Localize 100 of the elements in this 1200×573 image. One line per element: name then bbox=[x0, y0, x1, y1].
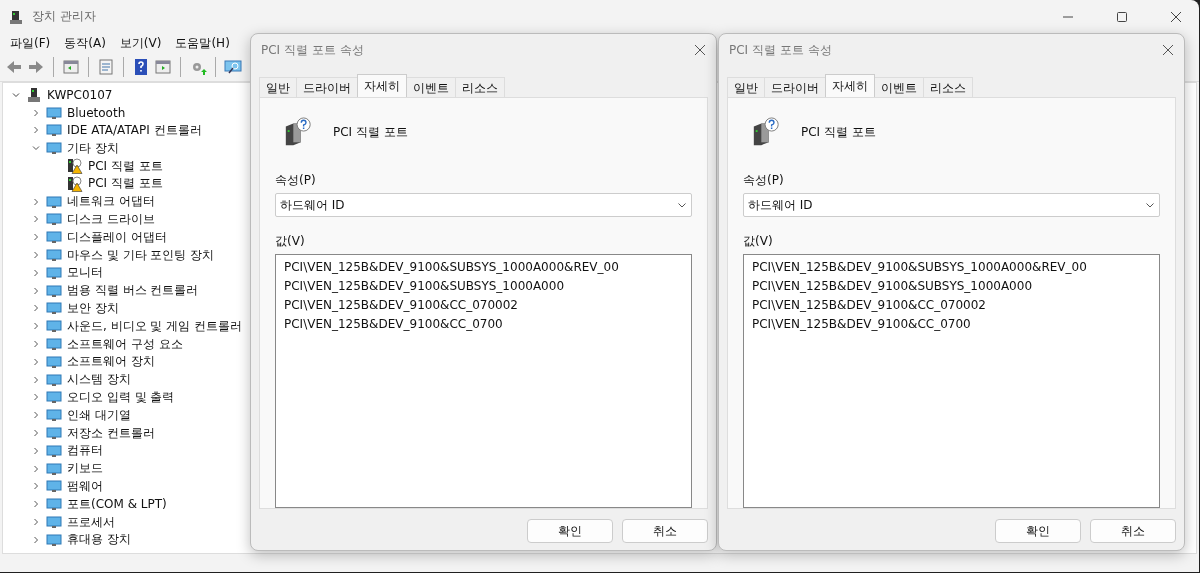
device-icon bbox=[46, 104, 62, 121]
tab[interactable]: 리소스 bbox=[923, 77, 973, 97]
tree-item[interactable]: 기타 장치 bbox=[67, 139, 119, 157]
value-list[interactable]: PCI\VEN_125B&DEV_9100&SUBSYS_1000A000&REV_00 PCI\VEN_125B&DEV_9100&SUBSYS_1000A000 PCI\VEN_125B&DEV_9100&CC_070002 PCI\VEN_125B&DEV_9100&CC_0700 bbox=[275, 254, 692, 508]
tab[interactable]: 이벤트 bbox=[874, 77, 924, 97]
tree-item[interactable]: 마우스 및 기타 포인팅 장치 bbox=[67, 246, 215, 264]
device-icon bbox=[46, 229, 62, 246]
tree-item[interactable]: KWPC0107 bbox=[47, 87, 113, 102]
chevron-right-icon[interactable] bbox=[31, 321, 41, 332]
chevron-right-icon[interactable] bbox=[31, 339, 41, 350]
device-icon bbox=[46, 389, 62, 406]
window-panel-icon[interactable] bbox=[62, 58, 80, 76]
chevron-right-icon[interactable] bbox=[31, 107, 41, 118]
list-item[interactable]: PCI\VEN_125B&DEV_9100&SUBSYS_1000A000&REV_00 bbox=[752, 258, 1151, 277]
list-item[interactable]: PCI\VEN_125B&DEV_9100&CC_0700 bbox=[284, 315, 683, 334]
list-item[interactable]: PCI\VEN_125B&DEV_9100&SUBSYS_1000A000 bbox=[752, 277, 1151, 296]
property-dropdown[interactable]: 하드웨어 ID bbox=[743, 193, 1160, 217]
tree-item[interactable]: 소프트웨어 장치 bbox=[67, 353, 155, 371]
tree-item[interactable]: 펌웨어 bbox=[67, 477, 103, 495]
tree-item[interactable]: 포트(COM & LPT) bbox=[67, 495, 167, 513]
close-icon[interactable] bbox=[1170, 10, 1182, 23]
properties-icon[interactable] bbox=[97, 58, 115, 76]
field-label: 속성(P) bbox=[743, 172, 784, 189]
chevron-right-icon[interactable] bbox=[31, 303, 41, 314]
tree-item[interactable]: 모니터 bbox=[67, 264, 103, 282]
tree-item[interactable]: 키보드 bbox=[67, 460, 103, 478]
tree-item[interactable]: 저장소 컨트롤러 bbox=[67, 424, 155, 442]
chevron-right-icon[interactable] bbox=[31, 374, 41, 385]
device-icon bbox=[46, 496, 62, 513]
tree-item[interactable]: IDE ATA/ATAPI 컨트롤러 bbox=[67, 122, 202, 139]
ok-button[interactable]: 확인 bbox=[995, 519, 1081, 543]
close-icon[interactable] bbox=[694, 44, 706, 56]
list-item[interactable]: PCI\VEN_125B&DEV_9100&CC_070002 bbox=[752, 296, 1151, 315]
device-icon bbox=[46, 282, 62, 299]
chevron-right-icon[interactable] bbox=[31, 285, 41, 296]
tree-item[interactable]: Bluetooth bbox=[67, 105, 126, 120]
tree-item[interactable]: 보안 장치 bbox=[67, 299, 119, 317]
chevron-right-icon[interactable] bbox=[31, 196, 41, 207]
window-panel-icon[interactable] bbox=[154, 58, 172, 76]
menu-item[interactable]: 도움말(H) bbox=[175, 34, 230, 52]
list-item[interactable]: PCI\VEN_125B&DEV_9100&CC_0700 bbox=[752, 315, 1151, 334]
list-item[interactable]: PCI\VEN_125B&DEV_9100&CC_070002 bbox=[284, 296, 683, 315]
chevron-right-icon[interactable] bbox=[31, 517, 41, 527]
tree-item[interactable]: 컴퓨터 bbox=[67, 442, 103, 460]
chevron-right-icon[interactable] bbox=[31, 125, 41, 136]
tab[interactable]: 자세히 bbox=[357, 74, 407, 97]
chevron-right-icon[interactable] bbox=[31, 356, 41, 367]
property-dropdown[interactable]: 하드웨어 ID bbox=[275, 193, 692, 217]
menu-item[interactable]: 보기(V) bbox=[119, 34, 162, 52]
chevron-right-icon[interactable] bbox=[31, 534, 41, 545]
chevron-right-icon[interactable] bbox=[31, 481, 41, 492]
value-list[interactable]: PCI\VEN_125B&DEV_9100&SUBSYS_1000A000&REV_00 PCI\VEN_125B&DEV_9100&SUBSYS_1000A000 PCI\VEN_125B&DEV_9100&CC_070002 PCI\VEN_125B&DEV_9100&CC_0700 bbox=[743, 254, 1160, 508]
tree-item[interactable]: 오디오 입력 및 출력 bbox=[67, 388, 175, 406]
tab[interactable]: 자세히 bbox=[825, 74, 875, 97]
menu-item[interactable]: 파일(F) bbox=[10, 34, 51, 52]
tab[interactable]: 드라이버 bbox=[764, 77, 826, 97]
tree-item[interactable]: 디스크 드라이브 bbox=[67, 210, 155, 228]
chevron-right-icon[interactable] bbox=[31, 463, 41, 474]
chevron-right-icon[interactable] bbox=[31, 232, 41, 243]
chevron-right-icon[interactable] bbox=[31, 410, 41, 421]
maximize-icon[interactable] bbox=[1116, 10, 1128, 23]
list-item[interactable]: PCI\VEN_125B&DEV_9100&SUBSYS_1000A000&REV_00 bbox=[284, 258, 683, 277]
tab[interactable]: 일반 bbox=[727, 77, 765, 97]
tree-item[interactable]: 인쇄 대기열 bbox=[67, 406, 131, 424]
tree-item[interactable]: PCI 직렬 포트 bbox=[88, 175, 163, 193]
field-label: 값(V) bbox=[743, 233, 773, 250]
cancel-button[interactable]: 취소 bbox=[622, 519, 708, 543]
tree-item[interactable]: 사운드, 비디오 및 게임 컨트롤러 bbox=[67, 317, 243, 335]
monitor-search-icon[interactable] bbox=[224, 58, 242, 76]
back-arrow-icon[interactable] bbox=[5, 58, 23, 76]
tab[interactable]: 리소스 bbox=[455, 77, 505, 97]
caret-icon bbox=[677, 200, 687, 210]
device-icon bbox=[46, 336, 62, 353]
tree-item[interactable]: PCI 직렬 포트 bbox=[88, 157, 163, 175]
window-title: 장치 관리자 bbox=[32, 8, 96, 25]
chevron-right-icon[interactable] bbox=[31, 250, 41, 261]
ok-button[interactable]: 확인 bbox=[527, 519, 613, 543]
menu-item[interactable]: 동작(A) bbox=[64, 34, 106, 52]
chevron-right-icon[interactable] bbox=[31, 267, 41, 278]
tree-item[interactable]: 휴대용 장치 bbox=[67, 531, 131, 549]
tab[interactable]: 이벤트 bbox=[406, 77, 456, 97]
tree-item[interactable]: 시스템 장치 bbox=[67, 371, 131, 389]
tree-item[interactable]: 프로세서 bbox=[67, 513, 115, 531]
tree-item[interactable]: 네트워크 어댑터 bbox=[67, 193, 155, 211]
chevron-right-icon[interactable] bbox=[31, 392, 41, 403]
tab[interactable]: 드라이버 bbox=[296, 77, 358, 97]
chevron-right-icon[interactable] bbox=[31, 214, 41, 225]
chevron-right-icon[interactable] bbox=[31, 499, 41, 510]
close-icon[interactable] bbox=[1162, 44, 1174, 56]
tree-item[interactable]: 디스플레이 어댑터 bbox=[67, 228, 167, 246]
tree-item[interactable]: 소프트웨어 구성 요소 bbox=[67, 335, 183, 353]
cancel-button[interactable]: 취소 bbox=[1090, 519, 1176, 543]
device-icon bbox=[46, 460, 62, 477]
chevron-right-icon[interactable] bbox=[31, 428, 41, 439]
list-item[interactable]: PCI\VEN_125B&DEV_9100&SUBSYS_1000A000 bbox=[284, 277, 683, 296]
tab[interactable]: 일반 bbox=[259, 77, 297, 97]
forward-arrow-icon[interactable] bbox=[27, 58, 45, 76]
chevron-right-icon[interactable] bbox=[31, 445, 41, 456]
tree-item[interactable]: 범용 직렬 버스 컨트롤러 bbox=[67, 282, 199, 300]
help-icon[interactable] bbox=[132, 58, 150, 76]
